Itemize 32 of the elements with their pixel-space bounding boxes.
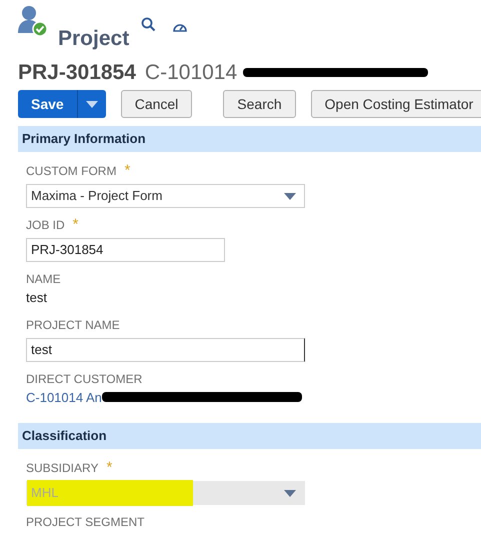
search-icon[interactable] [141, 17, 156, 32]
required-asterisk: * [106, 462, 112, 474]
field-value: MHL [27, 480, 194, 506]
record-subtitle: C-101014 [144, 60, 238, 86]
input-field[interactable]: PRJ-301854 [26, 238, 225, 262]
save-button[interactable]: Save [18, 90, 106, 118]
toolbar-button[interactable]: Open Costing Estimator [310, 90, 481, 118]
field-label: SUBSIDIARY [26, 460, 98, 477]
caret-icon [86, 100, 98, 108]
toolbar-button[interactable]: Cancel [120, 90, 192, 118]
field-value: test [26, 289, 48, 307]
field-label: CUSTOM FORM [26, 163, 116, 180]
field-label: PROJECT NAME [26, 316, 120, 334]
required-asterisk: * [72, 219, 79, 231]
field-label: JOB ID [26, 217, 65, 234]
input-field[interactable]: test [26, 338, 305, 362]
section-header: Classification [18, 423, 481, 449]
record-id: PRJ-301854 [18, 60, 136, 86]
section-header: Primary Information [18, 126, 481, 152]
caret-icon [284, 490, 296, 496]
gauge-icon[interactable] [173, 21, 188, 32]
page-title: Project [58, 26, 130, 52]
field-value: Maxima - Project Form [31, 187, 162, 206]
required-asterisk: * [124, 165, 130, 177]
toolbar-button[interactable]: Search [223, 90, 296, 118]
customer-link[interactable]: C-101014 An [26, 388, 102, 407]
caret-icon [284, 192, 296, 200]
field-label: DIRECT CUSTOMER [26, 370, 142, 388]
field-label: NAME [26, 271, 61, 288]
user-check-icon [18, 5, 48, 37]
field-label: PROJECT SEGMENT [26, 514, 144, 531]
select-field[interactable]: Maxima - Project Form [26, 184, 305, 208]
